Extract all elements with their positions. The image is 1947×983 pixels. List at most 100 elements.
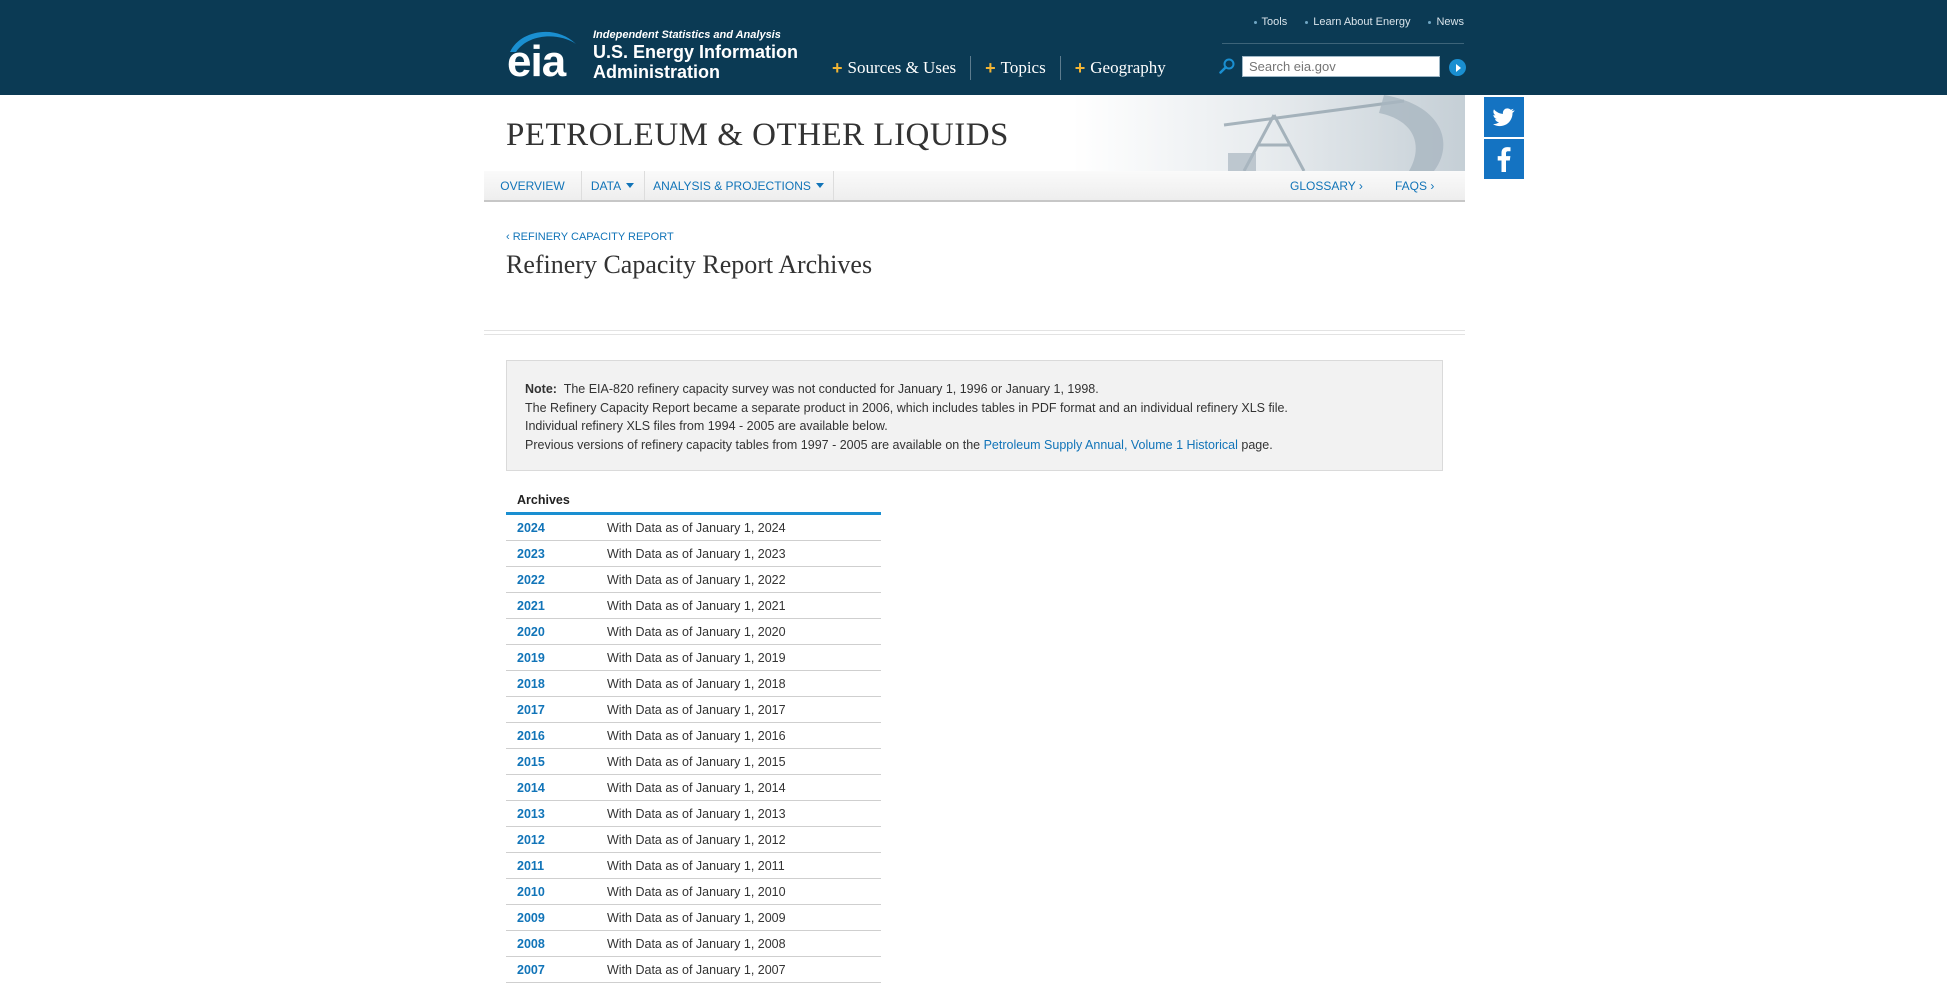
note-text: The EIA-820 refinery capacity survey was… [563,382,1099,396]
archive-year-link[interactable]: 2021 [506,599,607,613]
main-nav-label: Geography [1090,58,1166,77]
subnav-overview[interactable]: OVERVIEW [484,171,582,200]
archives-table: Archives 2024 With Data as of January 1, … [506,488,881,983]
archive-description: With Data as of January 1, 2020 [607,624,786,639]
archive-year-link[interactable]: 2007 [506,963,607,977]
archive-year-link[interactable]: 2013 [506,807,607,821]
archive-description: With Data as of January 1, 2011 [607,858,785,873]
archive-year-link[interactable]: 2015 [506,755,607,769]
note-text: page. [1241,437,1273,452]
archive-year-link[interactable]: 2010 [506,885,607,899]
main-nav: + Sources & Uses + Topics + Geography [832,56,1180,80]
table-row: 2022 With Data as of January 1, 2022 [506,567,881,593]
archive-year-link[interactable]: 2016 [506,729,607,743]
util-link-learn-about-energy[interactable]: Learn About Energy [1305,16,1410,28]
main-nav-geography[interactable]: + Geography [1061,56,1180,80]
subnav-label: OVERVIEW [500,178,565,193]
archive-description: With Data as of January 1, 2014 [607,780,786,795]
eia-logo[interactable]: eia [507,40,566,84]
archive-year-link[interactable]: 2018 [506,677,607,691]
site-header: eia Independent Statistics and Analysis … [0,0,1947,95]
util-link-label: Learn About Energy [1313,16,1411,28]
plus-icon: + [832,57,843,78]
facebook-share-button[interactable] [1484,139,1524,179]
agency-tagline: Independent Statistics and Analysis [593,29,781,41]
twitter-share-button[interactable] [1484,97,1524,137]
section-banner: PETROLEUM & OTHER LIQUIDS [484,95,1465,171]
table-row: 2007 With Data as of January 1, 2007 [506,957,881,983]
archive-year-link[interactable]: 2008 [506,937,607,951]
table-row: 2012 With Data as of January 1, 2012 [506,827,881,853]
archive-description: With Data as of January 1, 2013 [607,806,786,821]
divider [484,330,1465,335]
note-line-2: The Refinery Capacity Report became a se… [525,400,1288,415]
table-row: 2017 With Data as of January 1, 2017 [506,697,881,723]
util-link-label: Tools [1261,16,1288,28]
note-line-3: Individual refinery XLS files from 1994 … [525,419,888,433]
pumpjack-image [1223,95,1444,171]
plus-icon: + [1074,57,1086,78]
archive-description: With Data as of January 1, 2007 [607,962,786,977]
main-nav-sources-uses[interactable]: + Sources & Uses [832,56,972,80]
archive-description: With Data as of January 1, 2012 [607,832,786,847]
table-row: 2015 With Data as of January 1, 2015 [506,749,881,775]
note-line-4: Previous versions of refinery capacity t… [525,436,1424,455]
plus-icon: + [985,57,996,78]
archive-year-link[interactable]: 2012 [506,833,607,847]
search-submit-button[interactable] [1449,59,1466,76]
archive-year-link[interactable]: 2009 [506,911,607,925]
archive-year-link[interactable]: 2014 [506,781,607,795]
archive-year-link[interactable]: 2017 [506,703,607,717]
caret-down-icon [626,183,635,188]
subnav-label: FAQS › [1395,178,1435,193]
archive-year-link[interactable]: 2024 [506,521,607,535]
archive-description: With Data as of January 1, 2016 [607,728,786,743]
archive-year-link[interactable]: 2020 [506,625,607,639]
agency-name[interactable]: U.S. Energy Information Administration [593,42,823,82]
table-row: 2013 With Data as of January 1, 2013 [506,801,881,827]
subnav-analysis-projections[interactable]: ANALYSIS & PROJECTIONS [644,171,834,200]
archives-rows: 2024 With Data as of January 1, 2024 2023 W… [506,515,881,983]
divider [1222,43,1464,44]
util-link-label: News [1436,16,1464,28]
subnav-label: GLOSSARY › [1290,178,1363,193]
subnav-label: DATA [590,178,622,193]
note-label: Note: [525,382,557,396]
note-line-1: Note: The EIA-820 refinery capacity surv… [525,380,1424,399]
archive-description: With Data as of January 1, 2010 [607,884,786,899]
section-title: PETROLEUM & OTHER LIQUIDS [506,117,1009,153]
archive-description: With Data as of January 1, 2021 [607,598,786,613]
table-row: 2014 With Data as of January 1, 2014 [506,775,881,801]
section-subnav: OVERVIEW DATA ANALYSIS & PROJECTIONS GLO… [484,171,1465,202]
petroleum-supply-annual-link[interactable]: Petroleum Supply Annual, Volume 1 Histor… [984,438,1238,452]
table-row: 2024 With Data as of January 1, 2024 [506,515,881,541]
caret-down-icon [815,183,824,188]
bullet-icon [1253,20,1257,24]
table-row: 2009 With Data as of January 1, 2009 [506,905,881,931]
util-link-tools[interactable]: Tools [1253,16,1288,28]
breadcrumb[interactable]: ‹ REFINERY CAPACITY REPORT [506,231,674,243]
subnav-glossary[interactable]: GLOSSARY › [1290,171,1363,200]
subnav-faqs[interactable]: FAQS › [1395,171,1434,200]
table-row: 2018 With Data as of January 1, 2018 [506,671,881,697]
main-nav-label: Sources & Uses [847,58,957,77]
archive-description: With Data as of January 1, 2015 [607,754,786,769]
table-row: 2023 With Data as of January 1, 2023 [506,541,881,567]
archive-year-link[interactable]: 2011 [506,859,607,873]
archive-year-link[interactable]: 2023 [506,547,607,561]
utility-nav: Tools Learn About Energy News [1222,16,1464,28]
table-row: 2019 With Data as of January 1, 2019 [506,645,881,671]
table-row: 2021 With Data as of January 1, 2021 [506,593,881,619]
archive-year-link[interactable]: 2022 [506,573,607,587]
archive-description: With Data as of January 1, 2008 [607,936,786,951]
search-input[interactable] [1242,56,1440,77]
subnav-label: ANALYSIS & PROJECTIONS [653,178,811,193]
archive-description: With Data as of January 1, 2023 [607,546,786,561]
main-nav-topics[interactable]: + Topics [971,56,1061,80]
archive-description: With Data as of January 1, 2024 [607,520,786,535]
twitter-icon [1493,108,1515,127]
subnav-data[interactable]: DATA [581,171,645,200]
facebook-icon [1497,147,1511,172]
archive-year-link[interactable]: 2019 [506,651,607,665]
util-link-news[interactable]: News [1428,16,1464,28]
